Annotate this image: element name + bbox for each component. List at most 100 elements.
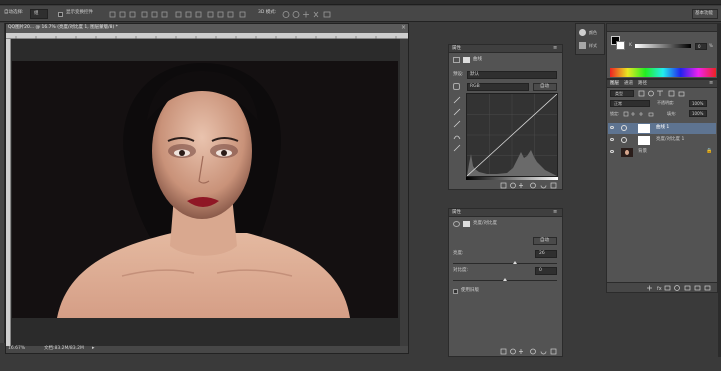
workspace-selector[interactable]: 基本功能 — [692, 9, 718, 19]
color-panel-label[interactable]: 颜色 — [589, 31, 597, 35]
lock-label: 锁定: — [610, 111, 620, 116]
layer-name[interactable]: 背景 — [638, 149, 647, 155]
close-icon[interactable]: × — [401, 25, 406, 31]
preset-value: 默认 — [470, 72, 479, 77]
legacy-label: 使用旧版 — [461, 288, 479, 293]
bc-type-label: 亮度/对比度 — [473, 221, 498, 226]
background-color-swatch[interactable] — [616, 41, 625, 50]
zoom-level[interactable]: 16.67% — [8, 346, 25, 352]
preset-label: 预设: — [453, 72, 464, 77]
layer-row[interactable]: 曲线 1 — [608, 123, 716, 134]
channel-value: RGB — [470, 84, 480, 89]
auto-button[interactable]: 自动 — [533, 237, 557, 245]
layer-mask-thumbnail[interactable] — [638, 124, 650, 133]
hand-adjust-icon[interactable] — [453, 83, 460, 90]
blend-mode-dropdown[interactable]: 正常 — [610, 100, 650, 107]
brightness-field[interactable]: 26 — [535, 250, 557, 258]
properties-tab[interactable]: 属性 — [452, 46, 461, 52]
mode-3d-icons[interactable] — [282, 10, 334, 19]
properties-bc-panel: 属性 ≡ 亮度/对比度 自动 亮度: 26 对比度: 0 使用旧版 — [448, 208, 563, 357]
panel-menu-icon[interactable]: ≡ — [553, 46, 557, 51]
status-arrow-icon[interactable]: ▸ — [92, 346, 95, 351]
menu-strip — [0, 0, 721, 5]
contrast-slider-thumb[interactable] — [503, 278, 507, 281]
panel-header — [607, 24, 717, 32]
k-value: 0 — [698, 44, 701, 49]
curves-graph[interactable] — [466, 93, 558, 177]
visibility-eye-icon[interactable] — [610, 126, 614, 129]
k-unit: % — [709, 43, 713, 48]
contrast-field[interactable]: 0 — [535, 267, 557, 275]
input-gradient — [466, 177, 558, 180]
contrast-slider[interactable] — [453, 278, 557, 281]
curve-tools[interactable] — [452, 95, 462, 163]
document-window: QQ图片20... @ 16.7% (亮度/对比度 1, 图层蒙版/8) * × — [5, 23, 409, 354]
visibility-eye-icon[interactable] — [610, 138, 614, 141]
brightness-label: 亮度: — [453, 251, 464, 256]
visibility-eye-icon[interactable] — [610, 150, 614, 153]
photo-canvas[interactable] — [12, 61, 398, 318]
auto-button[interactable]: 自动 — [533, 83, 557, 91]
svg-text:fx: fx — [657, 286, 662, 292]
bottom-area — [0, 357, 721, 371]
panel-menu-icon[interactable]: ≡ — [553, 210, 557, 215]
mask-icon[interactable] — [463, 221, 470, 227]
auto-button-label: 自动 — [540, 84, 549, 89]
document-tab-title: QQ图片20... @ 16.7% (亮度/对比度 1, 图层蒙版/8) * — [8, 25, 118, 30]
kind-filter-dropdown[interactable]: 类型 — [610, 90, 634, 97]
panel-menu-icon[interactable]: ≡ — [709, 81, 713, 86]
contrast-value: 0 — [539, 268, 542, 273]
layers-footer: fx — [607, 282, 717, 292]
tab-layers[interactable]: 图层 — [610, 81, 619, 87]
tab-paths[interactable]: 路径 — [638, 81, 647, 87]
scrollbar-vertical[interactable] — [400, 39, 408, 346]
layer-row[interactable]: 亮度/对比度 1 — [608, 135, 716, 146]
panel-footer-icons[interactable] — [499, 348, 559, 355]
layer-name[interactable]: 亮度/对比度 1 — [656, 137, 684, 143]
layer-mask-thumbnail[interactable] — [638, 136, 650, 145]
sun-icon — [453, 221, 460, 227]
curves-plot — [467, 94, 557, 176]
transform-checkbox[interactable] — [58, 12, 63, 17]
auto-select-dropdown[interactable]: 组 — [30, 9, 48, 19]
mask-icon[interactable] — [463, 57, 470, 63]
layer-name[interactable]: 曲线 1 — [656, 125, 669, 131]
preset-dropdown[interactable]: 默认 — [467, 71, 557, 79]
panel-header: 属性 ≡ — [449, 45, 562, 53]
brightness-value: 26 — [539, 251, 545, 256]
tab-channels[interactable]: 通道 — [624, 81, 633, 87]
properties-curves-panel: 属性 ≡ 曲线 预设: 默认 RGB 自动 — [448, 44, 563, 190]
color-panel: K 0 % — [606, 23, 718, 79]
brightness-slider[interactable] — [453, 261, 557, 264]
lock-icons[interactable] — [623, 111, 659, 117]
color-panel-icon[interactable] — [579, 29, 586, 36]
ruler-horizontal — [6, 33, 408, 39]
thumbnail-face — [625, 150, 629, 155]
portrait-image — [12, 61, 398, 318]
k-field[interactable]: 0 — [695, 43, 707, 50]
filter-icons[interactable] — [637, 90, 697, 97]
background-layer-thumbnail[interactable] — [621, 148, 633, 157]
brightness-slider-thumb[interactable] — [513, 261, 518, 264]
legacy-checkbox[interactable] — [453, 289, 458, 294]
opacity-value: 100% — [692, 101, 704, 106]
fill-label: 填充: — [667, 111, 677, 116]
document-info: 文档:83.2M/83.2M — [44, 346, 84, 351]
adjustment-brightness-icon — [621, 137, 627, 143]
panel-footer-icons[interactable] — [499, 182, 559, 189]
channel-dropdown[interactable]: RGB — [467, 83, 529, 91]
fill-field[interactable]: 100% — [689, 110, 707, 117]
k-slider[interactable] — [635, 44, 691, 48]
layer-row[interactable]: 背景 🔒 — [608, 147, 716, 158]
document-tab[interactable]: QQ图片20... @ 16.7% (亮度/对比度 1, 图层蒙版/8) * × — [6, 24, 408, 33]
layers-footer-icons[interactable]: fx — [607, 283, 717, 293]
ruler-ticks — [15, 36, 397, 39]
swatches-panel-label[interactable]: 样式 — [589, 44, 597, 48]
swatches-panel-icon[interactable] — [579, 42, 586, 49]
kind-label: 类型 — [615, 91, 623, 96]
curves-type-icon — [453, 57, 460, 63]
opacity-field[interactable]: 100% — [689, 100, 707, 107]
properties-tab[interactable]: 属性 — [452, 210, 461, 216]
align-icons[interactable] — [108, 10, 248, 19]
color-spectrum[interactable] — [610, 68, 716, 77]
